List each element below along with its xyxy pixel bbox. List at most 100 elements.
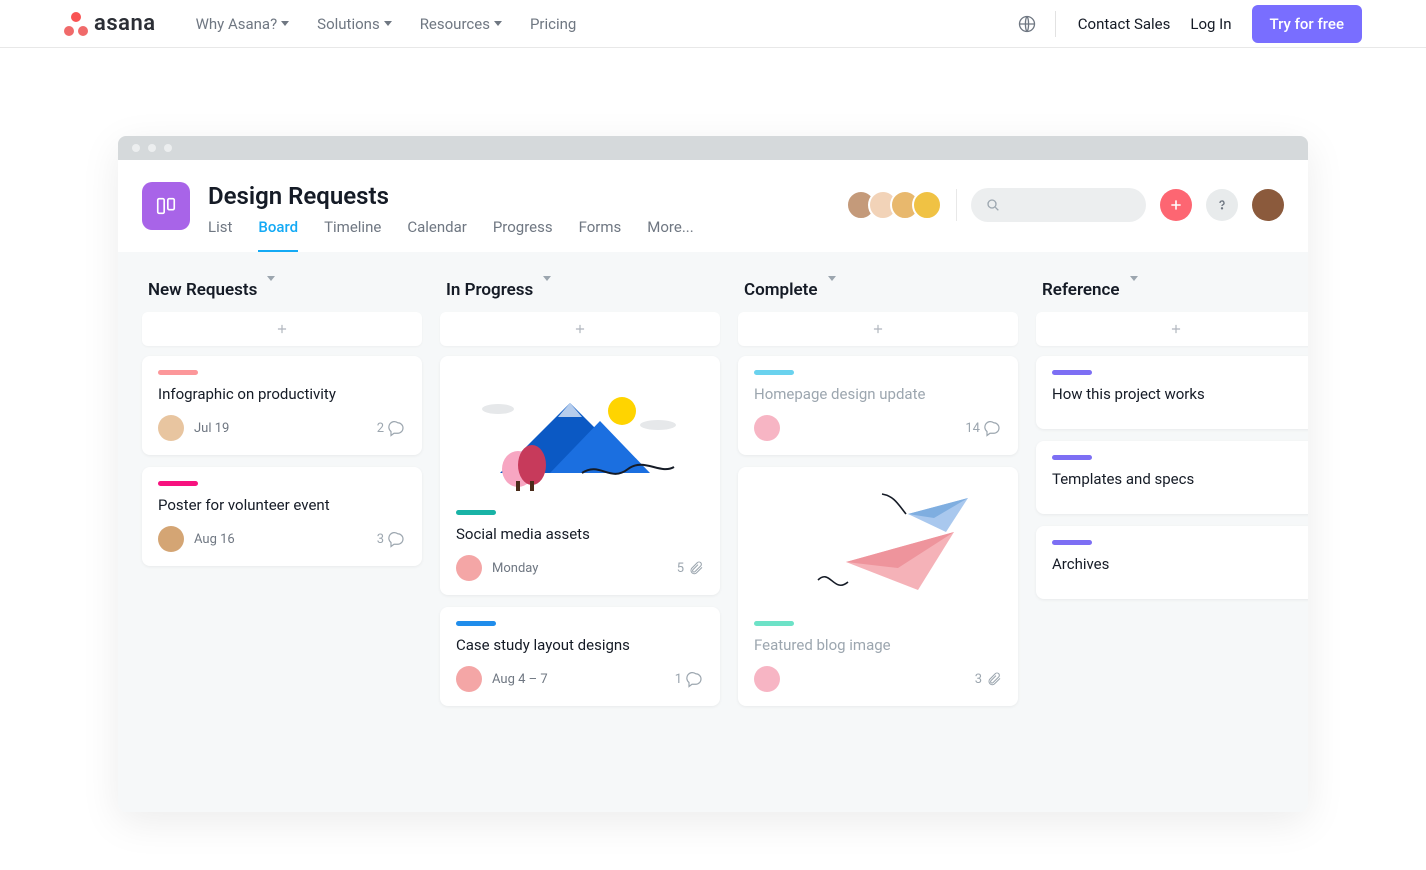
tab-progress[interactable]: Progress <box>493 218 553 252</box>
card-footer: Jul 19 2 <box>158 415 406 441</box>
tab-more-[interactable]: More... <box>647 218 693 252</box>
column-header[interactable]: New Requests <box>142 280 422 300</box>
column-new-requests: New RequestsInfographic on productivityJ… <box>142 280 422 752</box>
card-meta: 3 <box>377 530 406 548</box>
card-footer-left: Jul 19 <box>158 415 229 441</box>
avatar[interactable] <box>912 190 942 220</box>
card-footer-left: Aug 4 – 7 <box>456 666 548 692</box>
column-header[interactable]: Reference <box>1036 280 1308 300</box>
column-header[interactable]: Complete <box>738 280 1018 300</box>
asana-logo-icon <box>64 12 88 36</box>
assignee-avatar[interactable] <box>456 666 482 692</box>
add-card-button[interactable] <box>440 312 720 346</box>
paper-planes-illustration <box>758 484 998 604</box>
card-footer-left: Monday <box>456 555 538 581</box>
mountains-illustration <box>460 373 700 493</box>
tab-forms[interactable]: Forms <box>579 218 622 252</box>
column-title: In Progress <box>446 280 533 300</box>
card-date: Aug 4 – 7 <box>492 672 548 687</box>
column-title: Reference <box>1042 280 1120 300</box>
login-link[interactable]: Log In <box>1190 15 1231 33</box>
nav-solutions[interactable]: Solutions <box>317 15 392 33</box>
globe-icon[interactable] <box>1017 14 1037 34</box>
tab-list[interactable]: List <box>208 218 232 252</box>
card-footer-left <box>754 415 780 441</box>
app-frame: Design Requests List Board Timeline Calenda… <box>118 136 1308 812</box>
chevron-down-icon <box>281 21 289 26</box>
card-title: Poster for volunteer event <box>158 496 406 514</box>
global-add-button[interactable] <box>1160 189 1192 221</box>
nav-resources[interactable]: Resources <box>420 15 502 33</box>
meta-count: 2 <box>377 421 384 436</box>
window-titlebar <box>118 136 1308 160</box>
add-card-button[interactable] <box>738 312 1018 346</box>
assignee-avatar[interactable] <box>754 415 780 441</box>
task-card[interactable]: Featured blog image3 <box>738 467 1018 706</box>
app-header: Design Requests List Board Timeline Calenda… <box>118 160 1308 252</box>
assignee-avatar[interactable] <box>754 666 780 692</box>
contact-sales-link[interactable]: Contact Sales <box>1078 15 1171 33</box>
add-card-button[interactable] <box>142 312 422 346</box>
tab-calendar[interactable]: Calendar <box>407 218 467 252</box>
card-meta: 3 <box>975 671 1002 687</box>
assignee-avatar[interactable] <box>158 526 184 552</box>
tab-board[interactable]: Board <box>258 218 298 252</box>
card-meta: 2 <box>377 419 406 437</box>
task-card[interactable]: Case study layout designsAug 4 – 71 <box>440 607 720 706</box>
try-for-free-button[interactable]: Try for free <box>1252 5 1363 43</box>
card-tag <box>1052 455 1092 460</box>
column-title: New Requests <box>148 280 257 300</box>
task-card[interactable]: Poster for volunteer event Aug 16 3 <box>142 467 422 566</box>
task-card[interactable]: Homepage design update14 <box>738 356 1018 455</box>
card-date: Jul 19 <box>194 421 229 436</box>
comment-icon <box>388 530 406 548</box>
assignee-avatar[interactable] <box>456 555 482 581</box>
question-icon <box>1214 197 1230 213</box>
comment-icon <box>388 419 406 437</box>
brand[interactable]: asana <box>64 11 156 36</box>
plus-icon <box>1168 197 1184 213</box>
task-card[interactable]: How this project works <box>1036 356 1308 429</box>
column-title: Complete <box>744 280 818 300</box>
chevron-down-icon <box>384 21 392 26</box>
tab-timeline[interactable]: Timeline <box>324 218 381 252</box>
card-tag <box>158 481 198 486</box>
board-icon <box>155 195 177 217</box>
card-tag <box>158 370 198 375</box>
chevron-down-icon <box>267 281 275 300</box>
nav-label: Why Asana? <box>196 15 278 33</box>
divider <box>1055 11 1056 37</box>
project-icon[interactable] <box>142 182 190 230</box>
card-footer: Aug 16 3 <box>158 526 406 552</box>
card-tag <box>1052 370 1092 375</box>
card-footer-left: Aug 16 <box>158 526 235 552</box>
search-input[interactable] <box>971 188 1146 222</box>
chevron-down-icon <box>494 21 502 26</box>
plus-icon <box>275 322 289 336</box>
board: New RequestsInfographic on productivityJ… <box>118 252 1308 812</box>
chevron-down-icon <box>1130 281 1138 300</box>
task-card[interactable]: Templates and specs <box>1036 441 1308 514</box>
site-topnav: asana Why Asana? Solutions Resources Pri… <box>0 0 1426 48</box>
project-meta: Design Requests List Board Timeline Calenda… <box>208 182 836 252</box>
meta-count: 1 <box>675 672 682 687</box>
help-button[interactable] <box>1206 189 1238 221</box>
stage: Design Requests List Board Timeline Calenda… <box>0 48 1426 812</box>
card-meta: 1 <box>675 670 704 688</box>
member-avatars[interactable] <box>854 190 942 220</box>
nav-why-asana[interactable]: Why Asana? <box>196 15 290 33</box>
column-in-progress: In ProgressSocial media assetsMonday5Cas… <box>440 280 720 752</box>
task-card[interactable]: Archives <box>1036 526 1308 599</box>
task-card[interactable]: Social media assetsMonday5 <box>440 356 720 595</box>
assignee-avatar[interactable] <box>158 415 184 441</box>
project-title: Design Requests <box>208 182 836 210</box>
meta-count: 14 <box>965 421 980 436</box>
card-hero <box>750 479 1006 609</box>
task-card[interactable]: Infographic on productivityJul 192 <box>142 356 422 455</box>
add-card-button[interactable] <box>1036 312 1308 346</box>
nav-pricing[interactable]: Pricing <box>530 15 576 33</box>
attachment-icon <box>688 560 704 576</box>
card-footer: Monday5 <box>456 555 704 581</box>
column-header[interactable]: In Progress <box>440 280 720 300</box>
user-avatar[interactable] <box>1252 189 1284 221</box>
